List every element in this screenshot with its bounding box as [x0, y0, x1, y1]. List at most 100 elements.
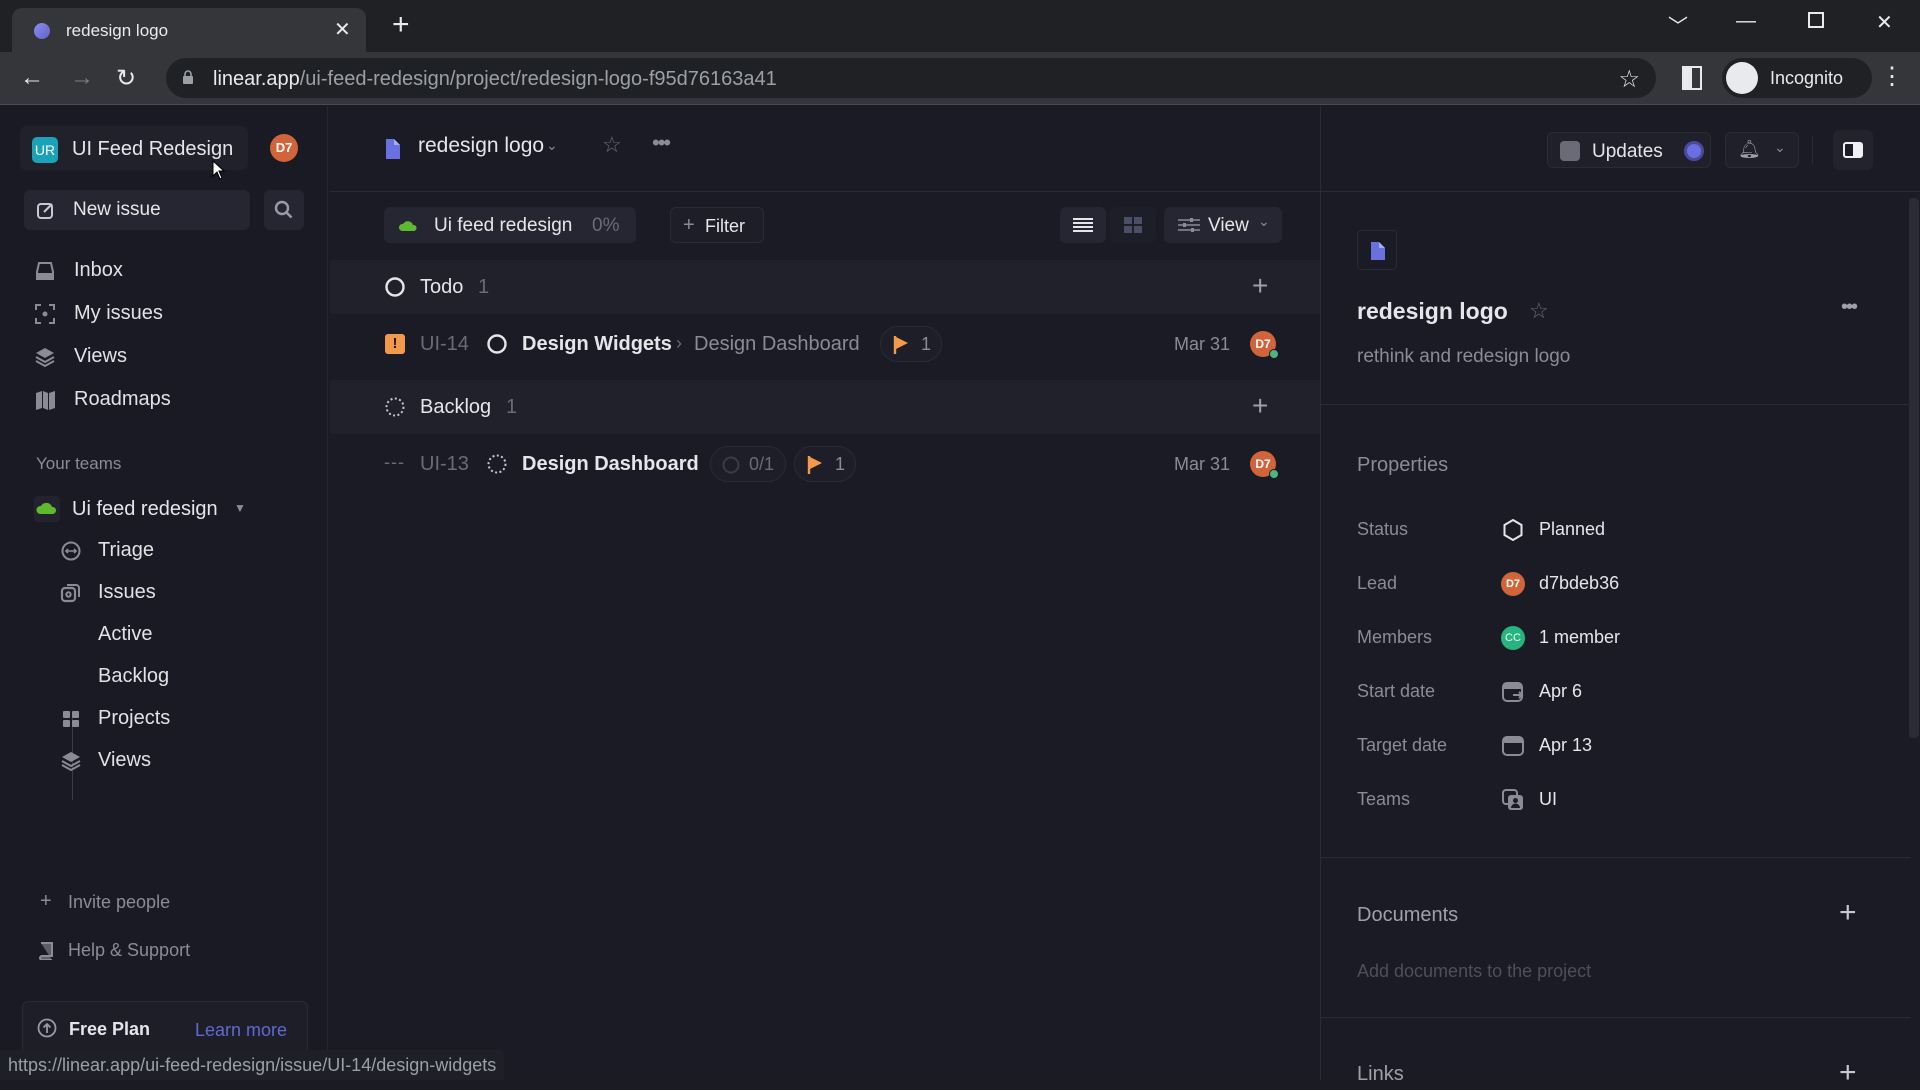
group-count: 1: [506, 396, 518, 418]
group-header-todo[interactable]: Todo 1 +: [330, 260, 1320, 314]
scrollbar-thumb[interactable]: [1909, 198, 1919, 738]
notifications-button[interactable]: 🔔︎ ⌄: [1725, 132, 1799, 168]
minimize-icon[interactable]: —: [1736, 10, 1756, 33]
view-options-button[interactable]: View ⌄: [1164, 207, 1282, 243]
urgent-priority-icon[interactable]: !: [385, 334, 405, 354]
issue-id: UI-13: [420, 453, 469, 475]
header-divider: [1812, 136, 1813, 164]
forward-icon[interactable]: →: [70, 64, 94, 92]
group-header-backlog[interactable]: Backlog 1 +: [330, 380, 1320, 434]
list-layout-button[interactable]: [1060, 207, 1106, 243]
members-property[interactable]: CC 1 member: [1501, 626, 1701, 651]
sidebar-item-label: Inbox: [74, 259, 123, 281]
projects-icon: [63, 711, 79, 727]
sidebar-item-label: Issues: [98, 581, 156, 603]
bookmark-star-icon[interactable]: ☆: [1618, 65, 1640, 94]
no-priority-icon[interactable]: ---: [384, 452, 405, 473]
todo-status-icon[interactable]: [486, 333, 508, 355]
sidebar-item-my-issues[interactable]: My issues: [34, 297, 314, 329]
user-avatar[interactable]: D7: [270, 134, 298, 162]
milestone-count: 1: [835, 454, 846, 474]
add-link-plus-icon[interactable]: +: [1839, 1056, 1857, 1090]
favorite-star-icon[interactable]: ☆: [602, 132, 622, 158]
sidebar-item-active[interactable]: Active: [98, 618, 310, 650]
issue-row[interactable]: --- UI-13 Design Dashboard 0/1 1 Mar 31 …: [330, 434, 1320, 494]
todo-status-icon: [385, 277, 405, 297]
upgrade-icon: [37, 1018, 57, 1038]
issue-row[interactable]: ! UI-14 Design Widgets › Design Dashboar…: [330, 314, 1320, 374]
section-divider: [1321, 857, 1911, 858]
more-options-icon[interactable]: •••: [652, 130, 671, 156]
close-tab-icon[interactable]: ✕: [334, 17, 351, 42]
learn-more-link[interactable]: Learn more: [195, 1020, 287, 1041]
target-date-property[interactable]: Apr 13: [1501, 735, 1701, 759]
browser-tab[interactable]: redesign logo ✕: [12, 8, 366, 52]
sidebar-item-triage[interactable]: Triage: [60, 534, 310, 566]
lead-avatar: D7: [1501, 572, 1525, 596]
search-button[interactable]: [264, 190, 304, 230]
link-preview-statusbar: https://linear.app/ui-feed-redesign/issu…: [0, 1050, 505, 1080]
toggle-details-button[interactable]: [1833, 130, 1873, 170]
project-name-dropdown[interactable]: redesign logo ⌄: [418, 134, 568, 164]
subissues-pill[interactable]: 0/1: [710, 446, 786, 482]
property-label: Lead: [1357, 573, 1398, 593]
favorite-star-icon[interactable]: ☆: [1529, 298, 1549, 324]
browser-menu-icon[interactable]: ⋮: [1880, 62, 1904, 91]
add-issue-plus-icon[interactable]: +: [1252, 270, 1268, 302]
sidebar-item-label: Projects: [98, 707, 171, 729]
your-teams-heading: Your teams: [36, 454, 122, 473]
filter-button[interactable]: + Filter: [670, 207, 764, 243]
board-layout-button[interactable]: [1110, 207, 1156, 243]
tab-search-icon[interactable]: ﹀: [1668, 10, 1688, 39]
team-ui-feed-redesign[interactable]: Ui feed redesign ▼: [34, 492, 304, 526]
reload-icon[interactable]: ↻: [116, 64, 136, 93]
side-panel-icon[interactable]: [1682, 66, 1702, 90]
help-support-button[interactable]: Help & Support: [36, 938, 256, 968]
sidebar-item-roadmaps[interactable]: Roadmaps: [34, 383, 314, 415]
documents-placeholder[interactable]: Add documents to the project: [1357, 961, 1591, 982]
sidebar-item-inbox[interactable]: Inbox: [34, 254, 314, 286]
sidebar-item-views[interactable]: Views: [34, 340, 314, 372]
project-description[interactable]: rethink and redesign logo: [1357, 346, 1570, 368]
restore-icon[interactable]: [1808, 12, 1824, 28]
backlog-status-icon[interactable]: [486, 453, 508, 475]
online-status-dot: [1269, 349, 1279, 359]
back-icon[interactable]: ←: [20, 64, 44, 92]
online-status-dot: [1269, 469, 1279, 479]
updates-button[interactable]: Updates: [1547, 132, 1711, 168]
cloud-icon: [398, 221, 417, 231]
issue-id: UI-14: [420, 333, 469, 355]
health-indicator-icon: [1684, 141, 1704, 161]
start-date-property[interactable]: Apr 6: [1501, 681, 1701, 705]
more-options-icon[interactable]: •••: [1841, 296, 1858, 319]
incognito-profile-button[interactable]: Incognito: [1722, 58, 1872, 98]
triage-icon: [61, 541, 81, 561]
sidebar-item-issues[interactable]: Issues: [60, 576, 310, 608]
sidebar-item-label: Roadmaps: [74, 388, 171, 410]
lead-property[interactable]: D7 d7bdeb36: [1501, 572, 1701, 597]
project-title[interactable]: redesign logo: [1357, 298, 1508, 325]
new-tab-icon[interactable]: +: [392, 8, 410, 42]
workspace-logo: UR: [32, 137, 58, 163]
add-issue-plus-icon[interactable]: +: [1252, 390, 1268, 422]
parent-issue-title: Design Dashboard: [694, 333, 860, 355]
team-progress-chip[interactable]: Ui feed redesign 0%: [384, 207, 636, 243]
milestone-pill[interactable]: 1: [880, 326, 942, 362]
target-date-value: Apr 13: [1539, 735, 1593, 755]
address-bar[interactable]: linear.app/ui-feed-redesign/project/rede…: [166, 58, 1656, 98]
section-divider: [1321, 404, 1911, 405]
flag-icon: [807, 456, 822, 474]
bell-icon: 🔔︎: [1738, 139, 1761, 159]
add-document-plus-icon[interactable]: +: [1839, 896, 1857, 930]
issues-icon: [60, 584, 80, 603]
status-property[interactable]: Planned: [1501, 518, 1701, 543]
teams-property[interactable]: UI: [1501, 789, 1701, 813]
new-issue-button[interactable]: New issue: [24, 190, 250, 230]
sidebar-item-backlog[interactable]: Backlog: [98, 660, 310, 692]
milestone-pill[interactable]: 1: [794, 446, 856, 482]
project-icon-button[interactable]: [1357, 230, 1397, 270]
sidebar-item-projects[interactable]: Projects: [60, 702, 310, 734]
sidebar-item-team-views[interactable]: Views: [60, 744, 310, 776]
invite-people-button[interactable]: + Invite people: [36, 890, 256, 920]
close-window-icon[interactable]: ✕: [1876, 10, 1893, 35]
